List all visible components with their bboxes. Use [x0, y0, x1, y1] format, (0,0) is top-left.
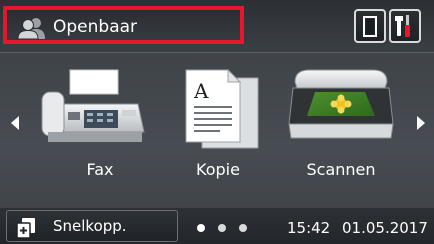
home-screen: Openbaar Fax A Kopie Scannen Snelkopp. 1… [0, 0, 434, 244]
scroll-left-arrow-icon[interactable] [11, 116, 19, 130]
shortcuts-button[interactable]: Snelkopp. [6, 210, 178, 242]
shortcuts-icon [15, 217, 37, 243]
fax-icon [41, 69, 145, 142]
scanner-icon [288, 69, 394, 139]
shortcuts-label: Snelkopp. [53, 217, 127, 235]
scan-tile[interactable]: Scannen [281, 64, 401, 184]
user-name-label: Openbaar [53, 17, 138, 37]
clock-time: 15:42 [287, 219, 331, 237]
top-bar: Openbaar [0, 0, 434, 52]
fax-label: Fax [86, 160, 114, 179]
toner-button[interactable] [354, 9, 386, 43]
copy-label: Kopie [196, 160, 240, 179]
settings-button[interactable] [389, 9, 421, 43]
copy-icon: A [185, 68, 259, 149]
top-divider [0, 52, 434, 53]
page-dot [218, 224, 226, 232]
scan-label: Scannen [306, 160, 376, 179]
page-dot [239, 224, 247, 232]
user-selector[interactable]: Openbaar [3, 6, 244, 44]
clock-date: 01.05.2017 [342, 219, 428, 237]
page-dot-active [197, 224, 205, 232]
scroll-right-arrow-icon[interactable] [417, 116, 425, 130]
page-indicator [197, 224, 251, 234]
fax-tile[interactable]: Fax [40, 64, 160, 184]
svg-text:A: A [193, 79, 209, 103]
copy-tile[interactable]: A Kopie [158, 64, 278, 184]
users-icon [17, 17, 47, 40]
